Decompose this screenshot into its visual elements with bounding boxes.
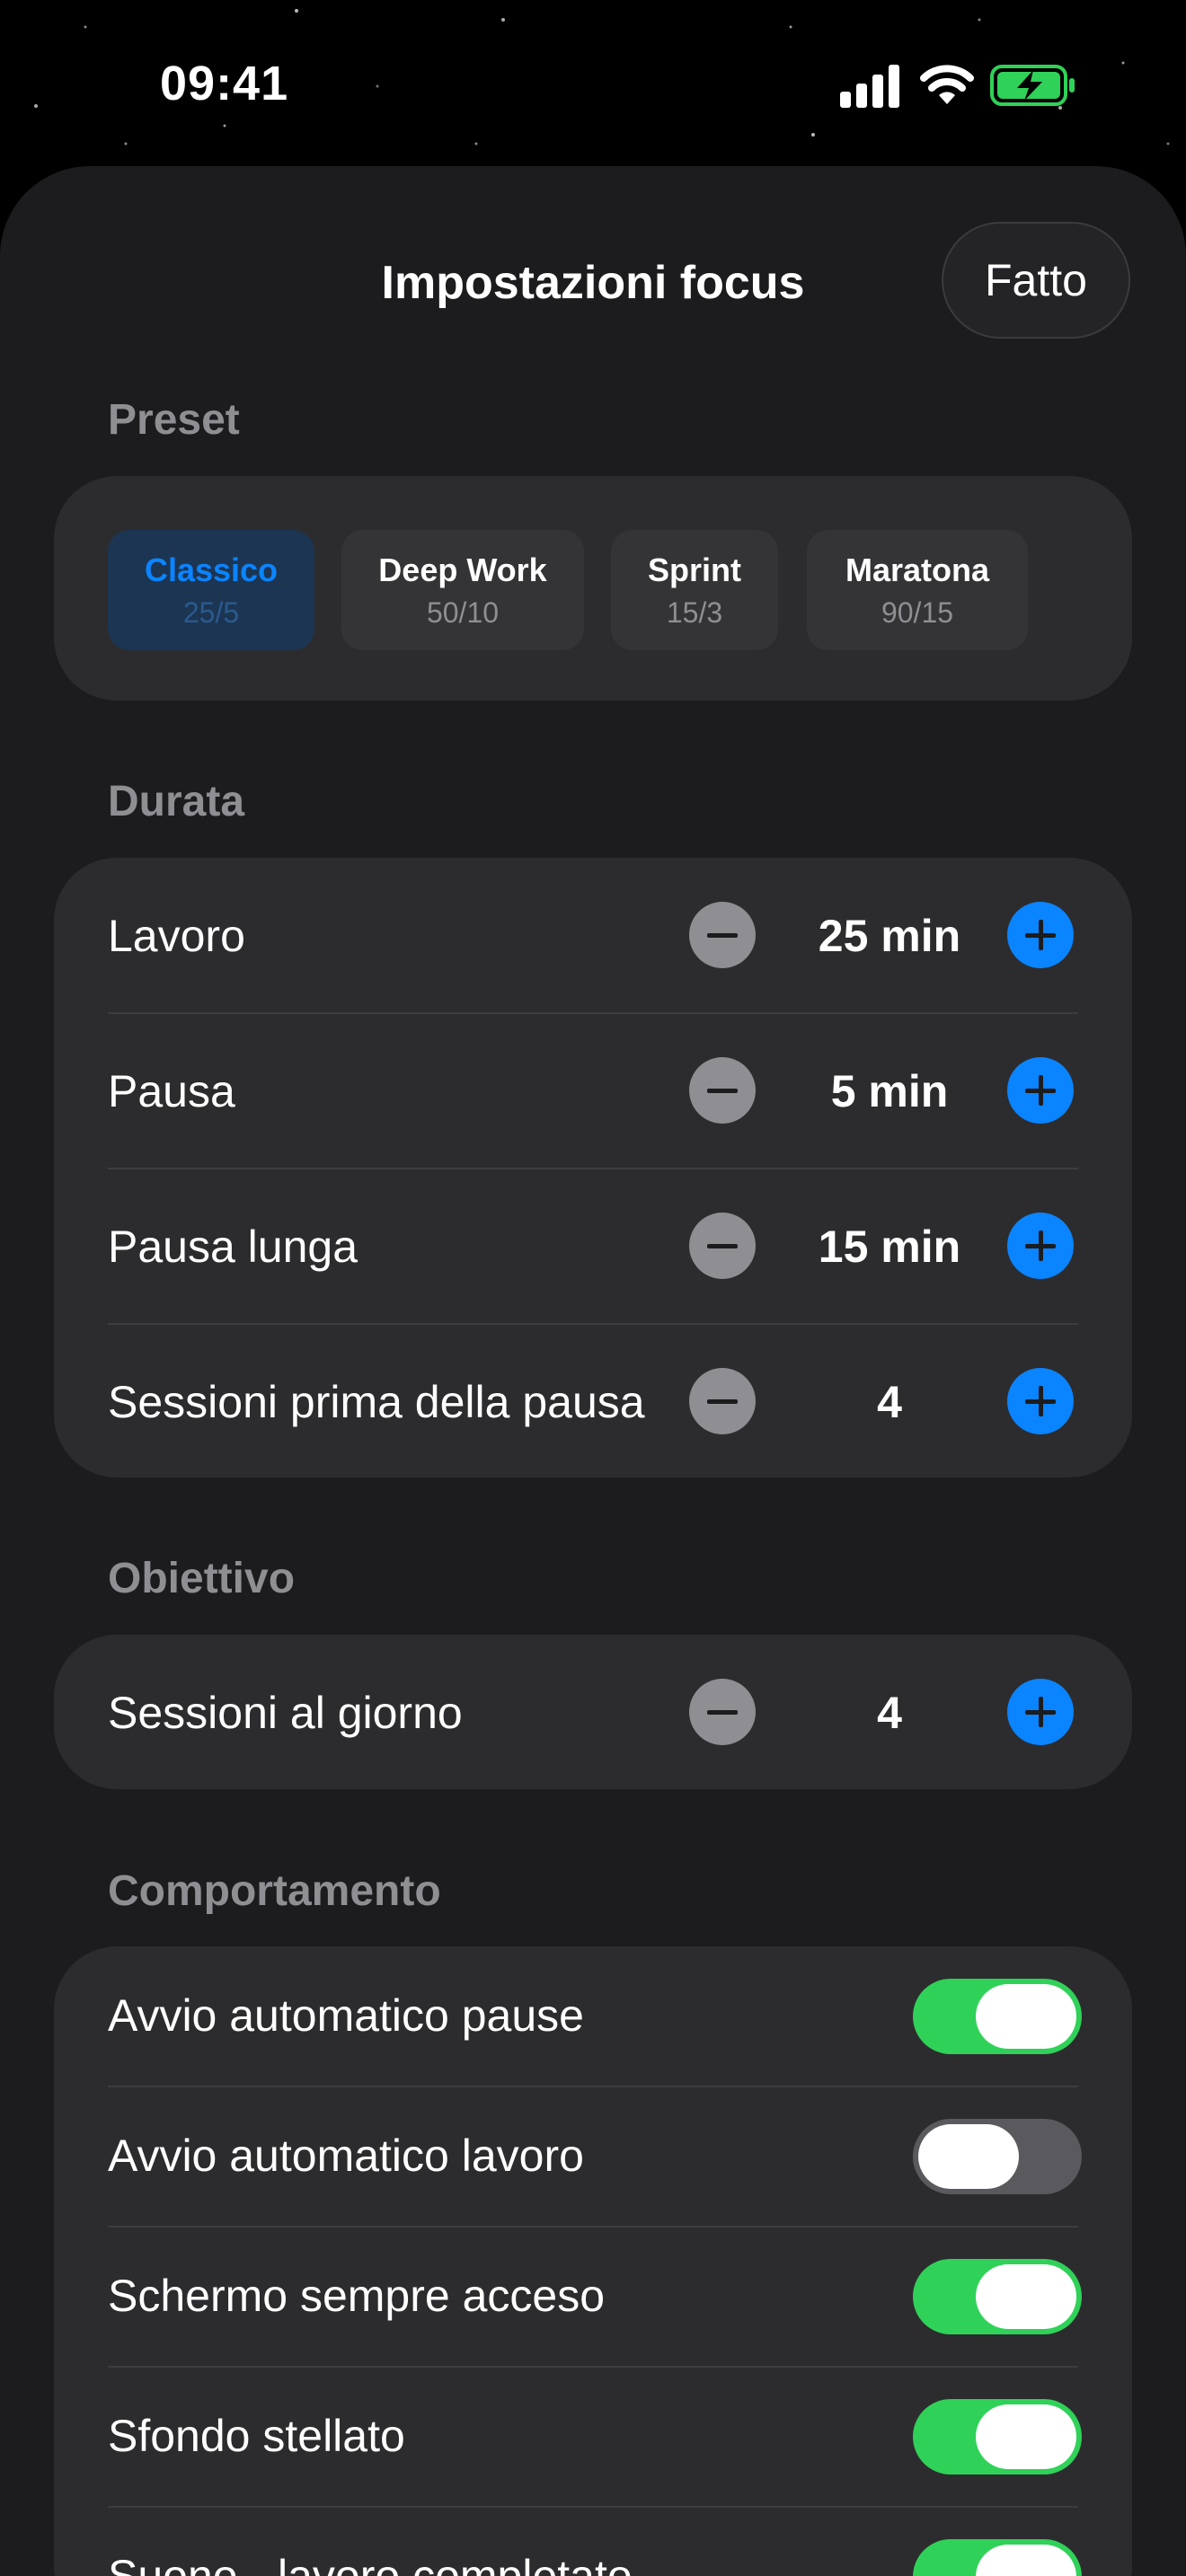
decrement-button[interactable] (689, 1213, 756, 1279)
cellular-signal-icon (840, 65, 899, 108)
preset-name: Maratona (845, 551, 990, 588)
stepper-row-sessioni-giorno: Sessioni al giorno 4 (54, 1635, 1132, 1789)
toggle-knob (976, 2264, 1076, 2329)
row-label: Sessioni al giorno (108, 1688, 463, 1738)
toggle-row-avvio-lavoro: Avvio automatico lavoro (54, 2086, 1132, 2226)
stepper-value: 25 min (818, 911, 961, 961)
preset-classico[interactable]: Classico 25/5 (108, 530, 314, 650)
status-time: 09:41 (160, 57, 289, 110)
section-label-preset: Preset (108, 396, 240, 444)
stepper-row-pausa-lunga: Pausa lunga 15 min (54, 1169, 1132, 1323)
increment-button[interactable] (1007, 1368, 1074, 1434)
status-bar: 09:41 (0, 0, 1186, 171)
dynamic-island (422, 36, 764, 137)
increment-button[interactable] (1007, 1057, 1074, 1124)
toggle-switch[interactable] (913, 2259, 1082, 2334)
toggle-row-schermo-acceso: Schermo sempre acceso (54, 2227, 1132, 2366)
stepper-value: 5 min (830, 1066, 949, 1116)
comportamento-card: Avvio automatico pause Avvio automatico … (54, 1946, 1132, 2576)
preset-value: 15/3 (666, 595, 723, 629)
preset-deep-work[interactable]: Deep Work 50/10 (341, 530, 584, 650)
preset-name: Sprint (648, 551, 741, 588)
row-label: Lavoro (108, 911, 245, 961)
section-label-obiettivo: Obiettivo (108, 1555, 296, 1602)
row-label: Sfondo stellato (108, 2411, 405, 2461)
done-button[interactable]: Fatto (942, 222, 1130, 339)
preset-name: Deep Work (378, 551, 547, 588)
toggle-row-avvio-pause: Avvio automatico pause (54, 1946, 1132, 2086)
battery-charging-icon (990, 65, 1075, 106)
preset-maratona[interactable]: Maratona 90/15 (807, 530, 1028, 650)
wifi-icon (920, 65, 974, 104)
decrement-button[interactable] (689, 1057, 756, 1124)
toggle-switch[interactable] (913, 2399, 1082, 2475)
increment-button[interactable] (1007, 1679, 1074, 1745)
preset-name: Classico (144, 551, 279, 588)
toggle-knob (918, 2124, 1019, 2189)
stepper-value: 15 min (818, 1222, 961, 1272)
obiettivo-card: Sessioni al giorno 4 (54, 1635, 1132, 1789)
toggle-knob (976, 1984, 1076, 2049)
section-label-comportamento: Comportamento (108, 1867, 441, 1915)
stepper-row-sessioni-prima-pausa: Sessioni prima della pausa 4 (54, 1324, 1132, 1478)
toggle-knob (976, 2404, 1076, 2469)
decrement-button[interactable] (689, 1679, 756, 1745)
increment-button[interactable] (1007, 1213, 1074, 1279)
toggle-switch[interactable] (913, 2539, 1082, 2576)
focus-settings-sheet: Impostazioni focus Fatto Preset Classico… (0, 166, 1186, 2576)
toggle-switch[interactable] (913, 2119, 1082, 2194)
preset-card: Classico 25/5 Deep Work 50/10 Sprint 15/… (54, 476, 1132, 701)
decrement-button[interactable] (689, 1368, 756, 1434)
toggle-switch[interactable] (913, 1979, 1082, 2054)
row-label: Suono - lavoro completato (108, 2551, 633, 2576)
row-label: Pausa lunga (108, 1222, 358, 1272)
preset-sprint[interactable]: Sprint 15/3 (611, 530, 778, 650)
toggle-knob (976, 2545, 1076, 2576)
stepper-value: 4 (877, 1377, 902, 1427)
row-label: Pausa (108, 1066, 235, 1116)
stepper-row-lavoro: Lavoro 25 min (54, 858, 1132, 1012)
toggle-row-sfondo-stellato: Sfondo stellato (54, 2367, 1132, 2506)
row-label: Schermo sempre acceso (108, 2271, 606, 2321)
durata-card: Lavoro 25 min Pausa 5 min Pausa lunga 15… (54, 858, 1132, 1478)
section-label-durata: Durata (108, 778, 245, 825)
row-label: Sessioni prima della pausa (108, 1377, 645, 1427)
preset-value: 25/5 (182, 595, 240, 629)
stepper-row-pausa: Pausa 5 min (54, 1013, 1132, 1168)
preset-value: 90/15 (881, 595, 954, 629)
toggle-row-suono-lavoro: Suono - lavoro completato (54, 2507, 1132, 2576)
row-label: Avvio automatico lavoro (108, 2130, 584, 2181)
stepper-value: 4 (877, 1688, 902, 1738)
preset-value: 50/10 (426, 595, 500, 629)
row-label: Avvio automatico pause (108, 1990, 584, 2041)
increment-button[interactable] (1007, 902, 1074, 968)
decrement-button[interactable] (689, 902, 756, 968)
